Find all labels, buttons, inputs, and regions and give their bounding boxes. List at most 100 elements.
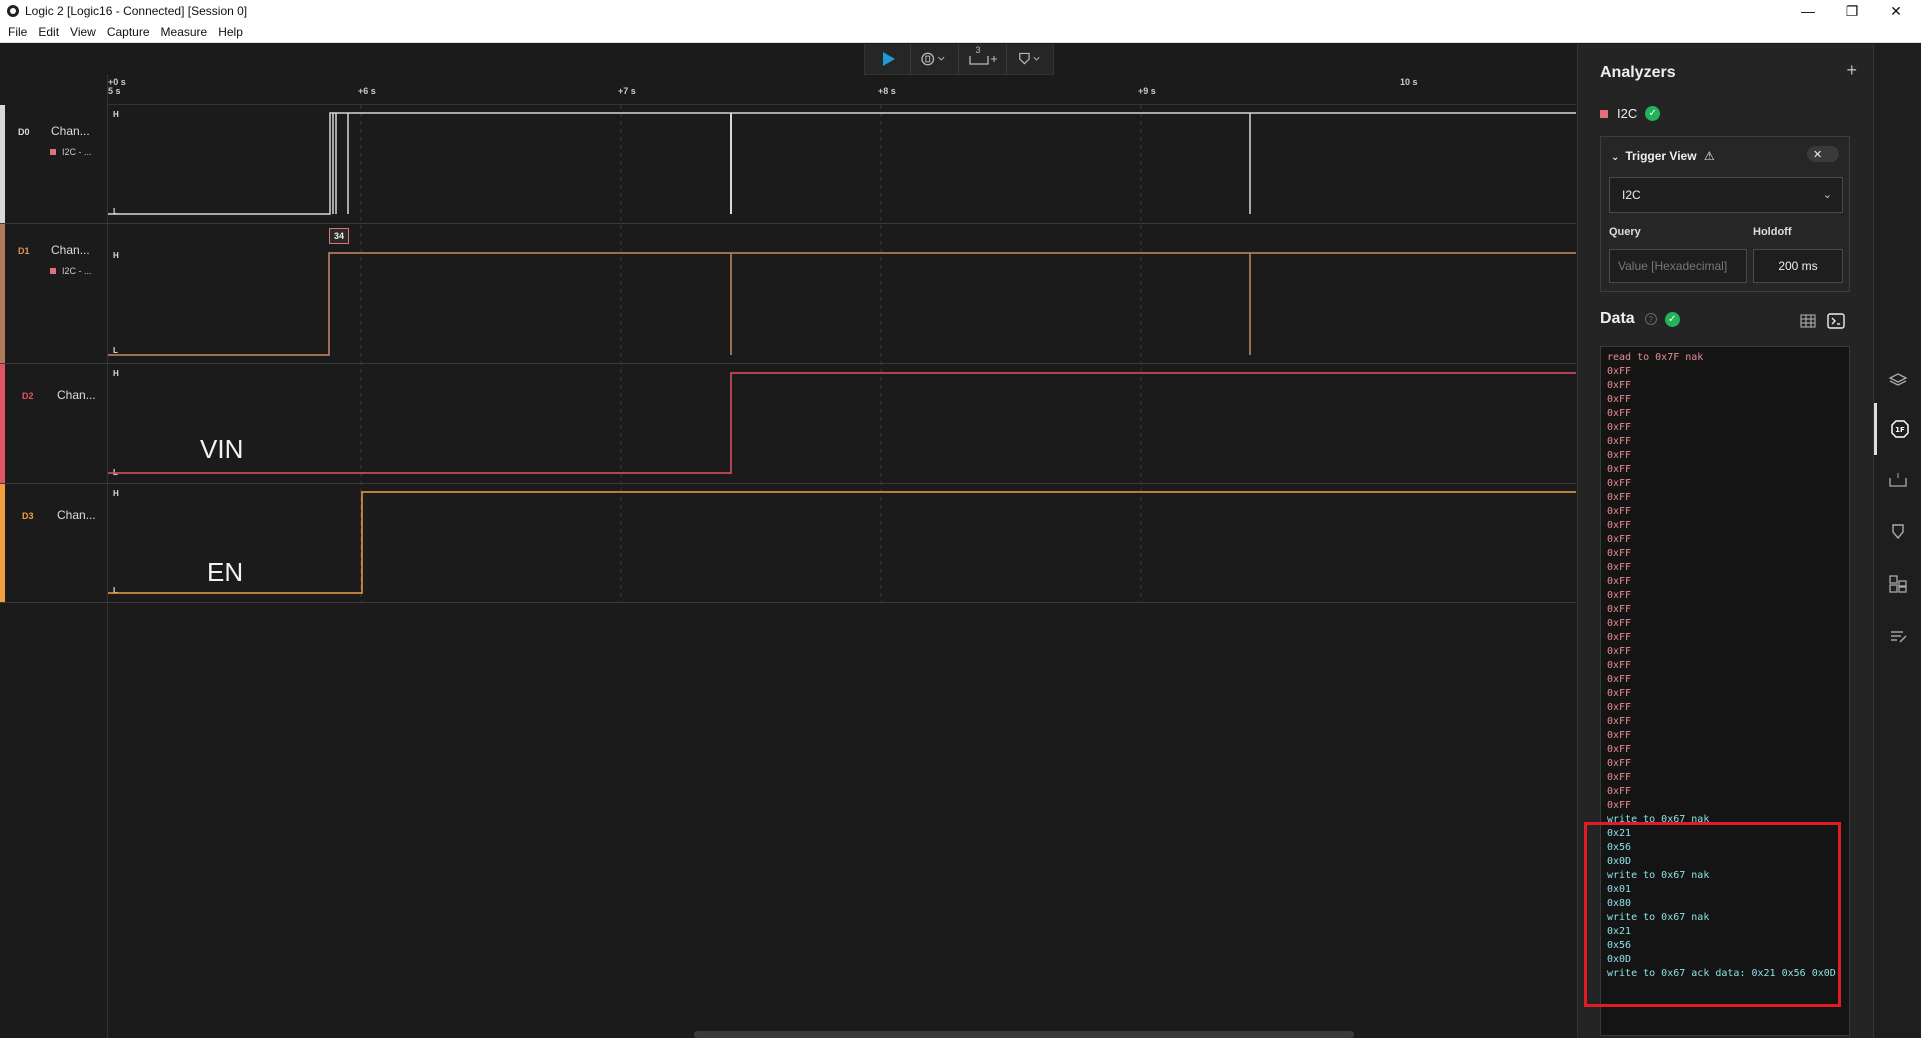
- high-level-label: H: [113, 489, 119, 498]
- terminal-line: 0x80: [1607, 898, 1632, 909]
- terminal-line: 0xFF: [1607, 772, 1632, 783]
- channel-name[interactable]: Chan...: [57, 508, 96, 522]
- ruler-tick: +6 s: [358, 86, 376, 96]
- terminal-line: 0xFF: [1607, 450, 1632, 461]
- channel-id: D2: [22, 391, 34, 401]
- terminal-view-button[interactable]: [1826, 312, 1846, 330]
- high-level-label: H: [113, 110, 119, 119]
- terminal-line: 0xFF: [1607, 674, 1632, 685]
- timing-marker-button[interactable]: 3: [959, 43, 1007, 75]
- query-label: Query: [1609, 226, 1641, 238]
- trigger-view-close-toggle[interactable]: ✕: [1807, 146, 1839, 162]
- terminal-line: 0xFF: [1607, 590, 1632, 601]
- trigger-analyzer-selected: I2C: [1622, 188, 1641, 202]
- time-ruler[interactable]: +0 s 5 s +6 s +7 s +8 s +9 s 10 s: [108, 75, 1576, 105]
- terminal-line: 0xFF: [1607, 436, 1632, 447]
- horizontal-scrollbar[interactable]: [694, 1031, 1354, 1038]
- rail-markers-button[interactable]: [1874, 506, 1921, 558]
- rail-layers-button[interactable]: [1874, 354, 1921, 406]
- help-icon[interactable]: ?: [1644, 313, 1657, 325]
- terminal-line: 0xFF: [1607, 618, 1632, 629]
- menu-bar: File Edit View Capture Measure Help: [0, 22, 1921, 43]
- channel-name[interactable]: Chan...: [51, 243, 90, 257]
- start-capture-button[interactable]: [865, 43, 911, 75]
- analyzers-title: Analyzers: [1600, 64, 1676, 81]
- trigger-view-header[interactable]: ⌄ Trigger View ⚠: [1611, 149, 1715, 163]
- analyzer-tag-label: I2C - ...: [62, 147, 92, 157]
- play-icon: [882, 52, 895, 66]
- data-header: Data ? ✓: [1600, 310, 1680, 328]
- terminal-line: 0x21: [1607, 926, 1632, 937]
- channel-d3[interactable]: D3 Chan... H L EN: [0, 484, 1576, 603]
- vin-annotation: VIN: [200, 434, 244, 464]
- trigger-view-panel: ⌄ Trigger View ⚠ ✕ I2C ⌄ Query Holdoff 20…: [1600, 136, 1850, 292]
- high-level-label: H: [113, 251, 119, 260]
- timing-icon: [1889, 473, 1907, 487]
- menu-capture[interactable]: Capture: [107, 25, 150, 39]
- analyzer-color-swatch: [50, 268, 56, 274]
- terminal-icon: [1827, 313, 1845, 329]
- channel-name[interactable]: Chan...: [57, 388, 96, 402]
- terminal-line: 0xFF: [1607, 702, 1632, 713]
- trigger-button[interactable]: [911, 43, 959, 75]
- channel-id: D3: [22, 511, 34, 521]
- analyzer-color-swatch: [50, 149, 56, 155]
- terminal-line: 0xFF: [1607, 506, 1632, 517]
- terminal-line: read to 0x7F nak: [1607, 352, 1704, 363]
- rail-extensions-button[interactable]: [1874, 558, 1921, 610]
- terminal-line: 0x56: [1607, 842, 1632, 853]
- channel-color-bar: [0, 484, 5, 602]
- title-bar: Logic 2 [Logic16 - Connected] [Session 0…: [0, 0, 1921, 22]
- table-view-button[interactable]: [1798, 312, 1818, 330]
- menu-measure[interactable]: Measure: [161, 25, 208, 39]
- marker-icon: [1019, 52, 1040, 65]
- channel-color-bar: [0, 224, 5, 363]
- add-analyzer-button[interactable]: +: [1846, 60, 1857, 81]
- terminal-line: 0xFF: [1607, 408, 1632, 419]
- channel-d1[interactable]: D1 Chan... I2C - ... H L 34: [0, 224, 1576, 364]
- low-level-label: L: [113, 468, 118, 477]
- terminal-line: 0xFF: [1607, 492, 1632, 503]
- menu-file[interactable]: File: [8, 25, 27, 39]
- channel-analyzer-tag[interactable]: I2C - ...: [50, 266, 92, 276]
- terminal-line: 0xFF: [1607, 422, 1632, 433]
- warning-icon: ⚠: [1703, 149, 1715, 163]
- close-window-button[interactable]: ✕: [1874, 0, 1918, 22]
- analyzers-panel: Analyzers + I2C ✓ ⌄ Trigger View ⚠ ✕ I2C …: [1577, 44, 1873, 1038]
- channel-name[interactable]: Chan...: [51, 124, 90, 138]
- analyzer-color-swatch: [1600, 109, 1608, 118]
- waveform-area[interactable]: +0 s 5 s +6 s +7 s +8 s +9 s 10 s D0 Cha…: [0, 75, 1576, 1038]
- terminal-line: 0xFF: [1607, 646, 1632, 657]
- analyzer-i2c[interactable]: I2C ✓: [1600, 106, 1661, 121]
- channel-d2[interactable]: D2 Chan... H L VIN: [0, 364, 1576, 484]
- query-input[interactable]: [1609, 249, 1747, 283]
- data-terminal[interactable]: read to 0x7F nak 0xFF 0xFF 0xFF 0xFF 0xFF 0xFF…: [1600, 346, 1850, 1036]
- channel-id: D0: [18, 127, 30, 137]
- menu-edit[interactable]: Edit: [38, 25, 59, 39]
- channel-color-bar: [0, 364, 5, 483]
- terminal-line: 0xFF: [1607, 730, 1632, 741]
- terminal-line: 0xFF: [1607, 562, 1632, 573]
- i2c-frame-marker[interactable]: 34: [329, 228, 349, 244]
- rail-notes-button[interactable]: [1874, 610, 1921, 662]
- channel-d0[interactable]: D0 Chan... I2C - ... H L: [0, 105, 1576, 224]
- marker-button[interactable]: [1007, 44, 1053, 75]
- rail-analyzers-button[interactable]: 1F: [1874, 403, 1921, 455]
- terminal-line: 0xFF: [1607, 548, 1632, 559]
- menu-help[interactable]: Help: [218, 25, 243, 39]
- terminal-line: write to 0x67 ack data: 0x21 0x56 0x0D: [1607, 968, 1836, 979]
- minimize-button[interactable]: —: [1786, 0, 1830, 22]
- ruler-tick: +8 s: [878, 86, 896, 96]
- rail-timing-button[interactable]: [1874, 454, 1921, 506]
- channel-analyzer-tag[interactable]: I2C - ...: [50, 147, 92, 157]
- holdoff-input[interactable]: 200 ms: [1753, 249, 1843, 283]
- trigger-analyzer-select[interactable]: I2C ⌄: [1609, 177, 1843, 213]
- maximize-button[interactable]: ❐: [1830, 0, 1874, 22]
- timing-marker-icon: 3: [968, 45, 998, 66]
- menu-view[interactable]: View: [70, 25, 96, 39]
- marker-icon: [1892, 524, 1904, 540]
- app-logo-icon: [7, 5, 19, 17]
- window-title: Logic 2 [Logic16 - Connected] [Session 0…: [25, 4, 248, 18]
- layers-icon: [1889, 373, 1907, 386]
- terminal-line: 0xFF: [1607, 478, 1632, 489]
